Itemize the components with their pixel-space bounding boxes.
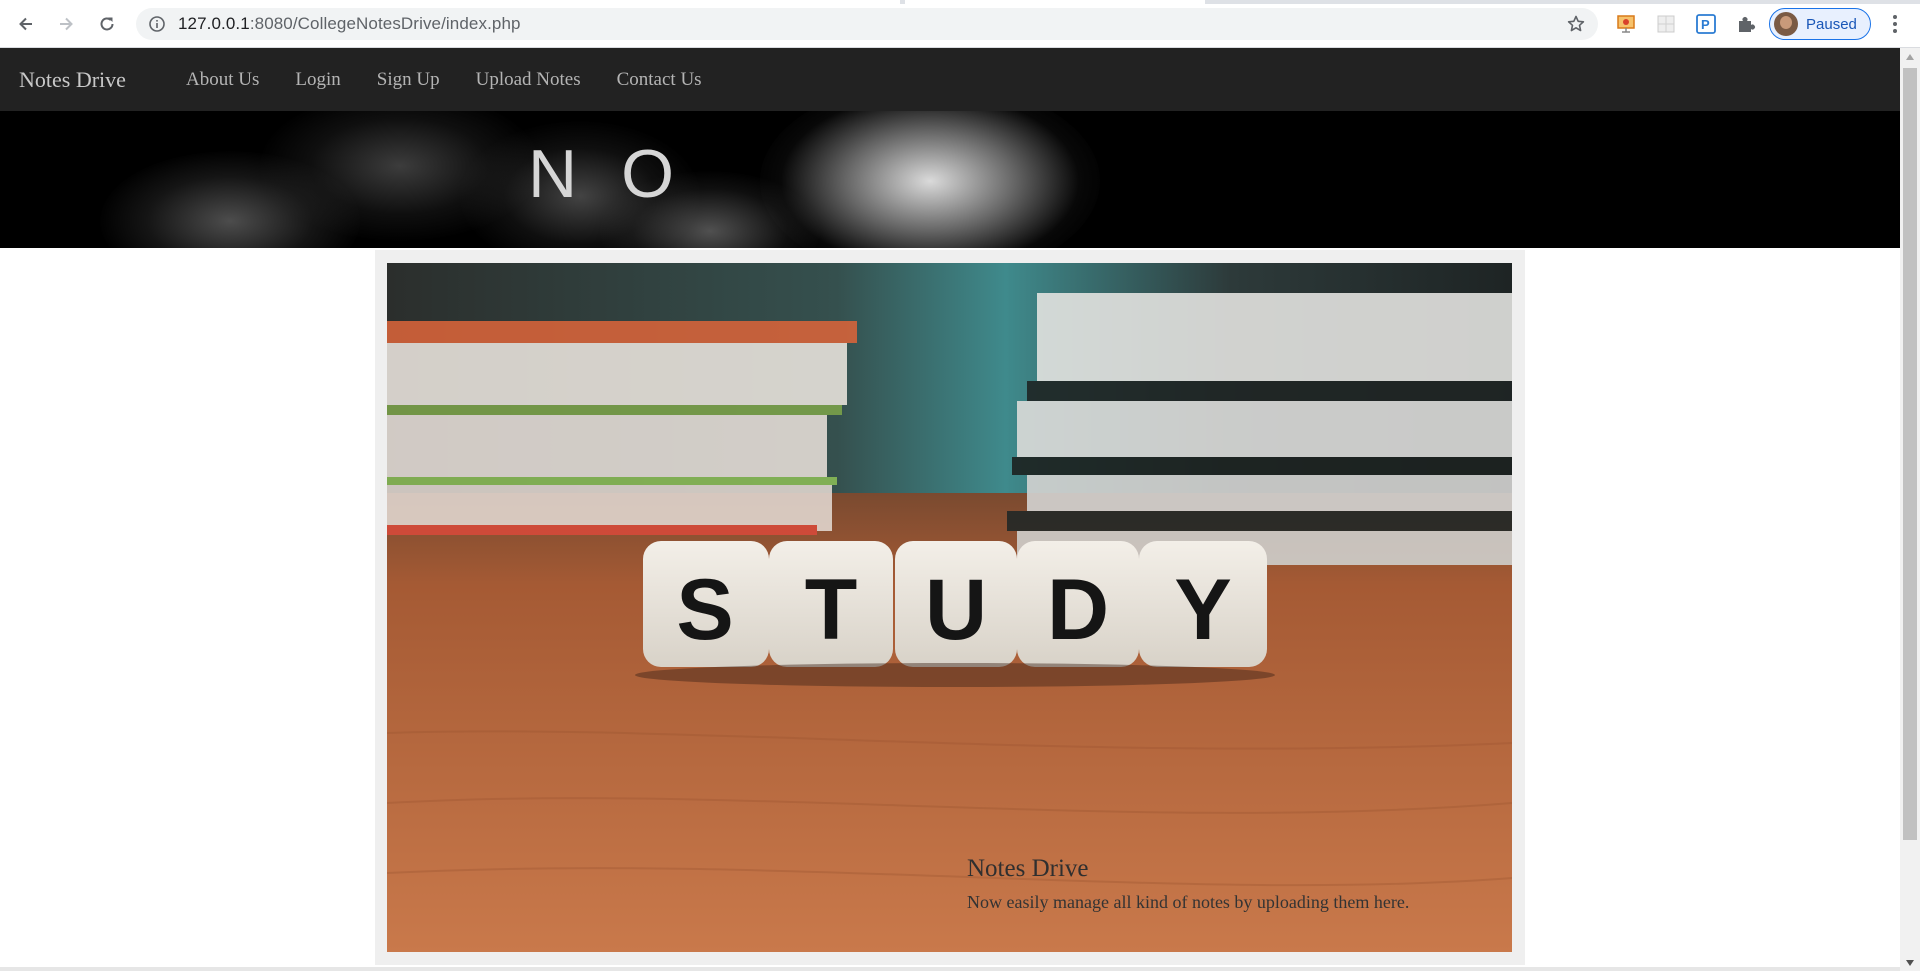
extension-icon-grid[interactable] bbox=[1655, 13, 1677, 35]
hero-banner: NO bbox=[0, 111, 1900, 248]
brand-link[interactable]: Notes Drive bbox=[19, 48, 126, 111]
star-icon[interactable] bbox=[1566, 14, 1586, 34]
nav-about-us[interactable]: About Us bbox=[168, 48, 277, 111]
nav-login[interactable]: Login bbox=[277, 48, 358, 111]
puzzle-icon[interactable] bbox=[1735, 13, 1757, 35]
extension-icon-presentation[interactable] bbox=[1615, 13, 1637, 35]
die-letter: D bbox=[1047, 562, 1109, 658]
reload-icon bbox=[100, 17, 114, 31]
nav-sign-up[interactable]: Sign Up bbox=[359, 48, 458, 111]
die-letter: S bbox=[676, 562, 733, 658]
info-icon[interactable] bbox=[148, 15, 166, 33]
carousel-caption: Notes Drive Now easily manage all kind o… bbox=[967, 855, 1409, 913]
banner-text: NO bbox=[528, 136, 718, 212]
carousel-slide: S T U D Y Notes Drive Now easily manage … bbox=[387, 263, 1512, 952]
profile-status: Paused bbox=[1806, 15, 1857, 33]
tab-strip bbox=[0, 0, 1920, 4]
profile-button[interactable]: Paused bbox=[1769, 8, 1871, 40]
url-host: 127.0.0.1 bbox=[178, 14, 250, 33]
reload-button[interactable] bbox=[91, 8, 123, 40]
die-letter: T bbox=[805, 562, 858, 658]
forward-button[interactable] bbox=[50, 8, 82, 40]
forward-icon bbox=[60, 17, 73, 31]
page-bottom-edge bbox=[0, 967, 1900, 971]
scroll-up-arrow-icon[interactable] bbox=[1900, 48, 1920, 65]
back-icon bbox=[19, 17, 32, 31]
nav-contact-us[interactable]: Contact Us bbox=[599, 48, 720, 111]
svg-text:P: P bbox=[1701, 17, 1710, 32]
scrollbar-thumb[interactable] bbox=[1903, 68, 1917, 840]
site-navbar: Notes Drive About Us Login Sign Up Uploa… bbox=[0, 48, 1900, 111]
caption-text: Now easily manage all kind of notes by u… bbox=[967, 892, 1410, 912]
die-letter: U bbox=[925, 562, 987, 658]
extension-icon-p[interactable]: P bbox=[1695, 13, 1717, 35]
address-bar[interactable]: 127.0.0.1:8080/CollegeNotesDrive/index.p… bbox=[136, 8, 1598, 40]
scroll-down-arrow-icon[interactable] bbox=[1900, 954, 1920, 971]
die-letter: Y bbox=[1174, 562, 1231, 658]
avatar bbox=[1774, 12, 1798, 36]
nav-links: About Us Login Sign Up Upload Notes Cont… bbox=[168, 48, 720, 111]
study-dice-image: S T U D Y bbox=[387, 263, 1512, 952]
page-scrollbar[interactable] bbox=[1900, 48, 1920, 971]
url-path: :8080/CollegeNotesDrive/index.php bbox=[249, 14, 521, 33]
nav-upload-notes[interactable]: Upload Notes bbox=[458, 48, 599, 111]
browser-toolbar: 127.0.0.1:8080/CollegeNotesDrive/index.p… bbox=[0, 0, 1920, 48]
caption-title: Notes Drive bbox=[967, 855, 1089, 882]
url-text[interactable]: 127.0.0.1:8080/CollegeNotesDrive/index.p… bbox=[178, 8, 521, 40]
menu-icon[interactable] bbox=[1885, 12, 1905, 36]
back-button[interactable] bbox=[10, 8, 42, 40]
